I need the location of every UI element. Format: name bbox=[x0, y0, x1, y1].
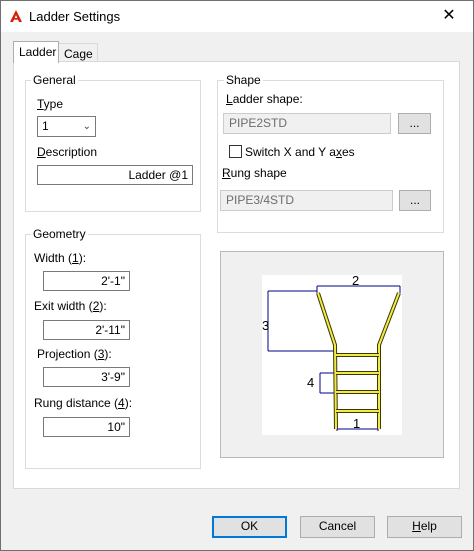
geometry-group-label: Geometry bbox=[31, 227, 88, 241]
type-select[interactable]: 1 ⌄ bbox=[37, 116, 96, 137]
projection-label: Projection (3): bbox=[37, 347, 112, 361]
autocad-logo-icon bbox=[10, 10, 22, 22]
tab-ladder-label: Ladder bbox=[19, 45, 57, 59]
type-label: Type bbox=[37, 97, 64, 111]
width-input[interactable]: 2'-1" bbox=[43, 271, 130, 291]
shape-group-label: Shape bbox=[224, 73, 263, 87]
dim-label-3: 3 bbox=[262, 318, 269, 333]
ladder-shape-label: Ladder shape: bbox=[226, 92, 303, 106]
general-group-label: General bbox=[31, 73, 78, 87]
tab-cage-label: Cage bbox=[64, 47, 93, 61]
dim-label-2: 2 bbox=[352, 275, 359, 288]
chevron-down-icon: ⌄ bbox=[82, 121, 91, 132]
tab-ladder[interactable]: Ladder bbox=[13, 41, 59, 63]
ok-button[interactable]: OK bbox=[212, 516, 287, 538]
dim-label-4: 4 bbox=[307, 375, 314, 390]
tab-cage[interactable]: Cage bbox=[58, 43, 98, 63]
cancel-button[interactable]: Cancel bbox=[300, 516, 375, 538]
rung-distance-input[interactable]: 10" bbox=[43, 417, 130, 437]
exit-width-label: Exit width (2): bbox=[34, 299, 107, 313]
help-button[interactable]: Help bbox=[387, 516, 462, 538]
type-select-value: 1 bbox=[42, 119, 49, 133]
exit-width-input[interactable]: 2'-11" bbox=[43, 320, 130, 340]
ladder-preview-image: 2 3 4 1 bbox=[262, 273, 402, 435]
switch-axes-label: Switch X and Y axes bbox=[245, 145, 355, 159]
ladder-shape-field[interactable]: PIPE2STD bbox=[223, 113, 391, 134]
description-label: Description bbox=[37, 145, 98, 159]
projection-input[interactable]: 3'-9" bbox=[43, 367, 130, 387]
ladder-diagram: 2 3 4 1 bbox=[262, 273, 401, 431]
close-icon[interactable]: ✕ bbox=[429, 4, 469, 28]
rung-shape-field[interactable]: PIPE3/4STD bbox=[220, 190, 393, 211]
dim-label-1: 1 bbox=[353, 416, 360, 431]
width-label: Width (1): bbox=[34, 251, 87, 265]
rung-distance-label: Rung distance (4): bbox=[34, 396, 133, 410]
title-bar: Ladder Settings ✕ bbox=[1, 1, 473, 32]
ladder-shape-browse-button[interactable]: ... bbox=[398, 113, 431, 134]
rung-shape-browse-button[interactable]: ... bbox=[399, 190, 431, 211]
switch-axes-checkbox[interactable] bbox=[229, 145, 242, 158]
rung-shape-label: Rung shape bbox=[222, 166, 287, 180]
description-input[interactable]: Ladder @1 bbox=[37, 165, 193, 185]
window-title: Ladder Settings bbox=[29, 9, 121, 24]
